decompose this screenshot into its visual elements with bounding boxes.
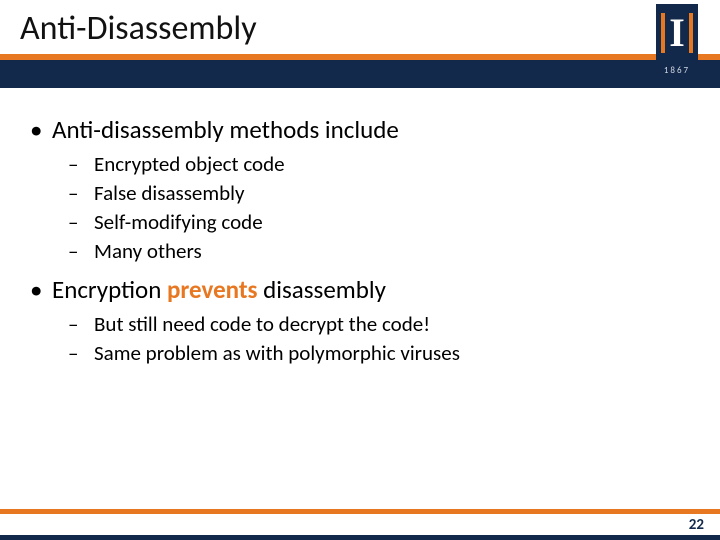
bullet-text: Many others <box>94 238 202 264</box>
bullet-dash-icon: – <box>68 209 94 235</box>
logo-block: I <box>656 4 698 62</box>
bullet-level1: • Anti-disassembly methods include <box>30 114 690 145</box>
bullet-dash-icon: – <box>68 311 94 337</box>
bullet-text: Encrypted object code <box>94 151 285 177</box>
bullet-text: Self-modifying code <box>94 209 263 235</box>
logo-year: 1867 <box>656 63 698 79</box>
bullet-text: Same problem as with polymorphic viruses <box>94 340 460 366</box>
bullet-text-accent: prevents <box>167 274 258 305</box>
title-area: Anti-Disassembly I 1867 <box>0 0 720 88</box>
university-logo: I 1867 <box>656 4 698 79</box>
bullet-dash-icon: – <box>68 151 94 177</box>
logo-letter: I <box>661 13 693 53</box>
title-navy-bar <box>0 60 720 88</box>
footer-navy-bar <box>0 535 720 540</box>
page-number: 22 <box>689 516 704 534</box>
bullet-dash-icon: – <box>68 238 94 264</box>
footer-accent-bar <box>0 509 720 514</box>
bullet-level2: – Self-modifying code <box>68 209 690 235</box>
bullet-level2: – Same problem as with polymorphic virus… <box>68 340 690 366</box>
bullet-level2: – False disassembly <box>68 180 690 206</box>
bullet-text-pre: Encryption <box>52 274 167 305</box>
bullet-text: Encryption prevents disassembly <box>52 274 386 305</box>
bullet-level2: – But still need code to decrypt the cod… <box>68 311 690 337</box>
bullet-level2: – Encrypted object code <box>68 151 690 177</box>
bullet-level2: – Many others <box>68 238 690 264</box>
bullet-text-post: disassembly <box>258 274 386 305</box>
bullet-text: False disassembly <box>94 180 245 206</box>
bullet-text: Anti-disassembly methods include <box>52 114 399 145</box>
slide-title: Anti-Disassembly <box>20 8 257 49</box>
bullet-dash-icon: – <box>68 180 94 206</box>
bullet-dash-icon: – <box>68 340 94 366</box>
bullet-dot-icon: • <box>30 114 52 145</box>
slide: Anti-Disassembly I 1867 • Anti-disassemb… <box>0 0 720 540</box>
bullet-dot-icon: • <box>30 274 52 305</box>
bullet-level1: • Encryption prevents disassembly <box>30 274 690 305</box>
bullet-text-pre: Anti-disassembly methods include <box>52 114 399 145</box>
content-area: • Anti-disassembly methods include – Enc… <box>30 108 690 369</box>
bullet-text: But still need code to decrypt the code! <box>94 311 430 337</box>
